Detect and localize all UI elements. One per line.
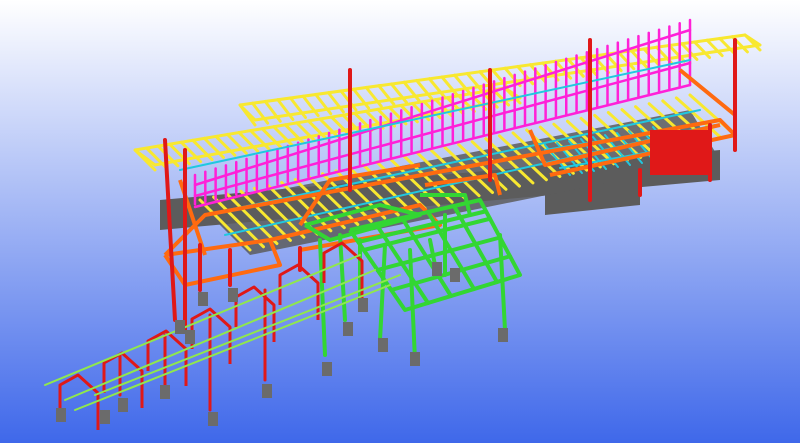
footing	[56, 408, 66, 422]
footing	[100, 410, 110, 424]
footing	[378, 338, 388, 352]
footing	[198, 292, 208, 306]
footing	[343, 322, 353, 336]
footing	[498, 328, 508, 342]
footing	[322, 362, 332, 376]
footing	[160, 385, 170, 399]
3d-model-viewport[interactable]	[0, 0, 800, 443]
footing	[228, 288, 238, 302]
footing	[450, 268, 460, 282]
footing	[208, 412, 218, 426]
footing	[185, 330, 195, 344]
structural-model-scene[interactable]	[0, 0, 800, 443]
footing	[432, 262, 442, 276]
red-wall-panel	[650, 130, 710, 175]
footing	[410, 352, 420, 366]
footing	[262, 384, 272, 398]
footing	[175, 320, 185, 334]
footing	[358, 298, 368, 312]
footing	[118, 398, 128, 412]
